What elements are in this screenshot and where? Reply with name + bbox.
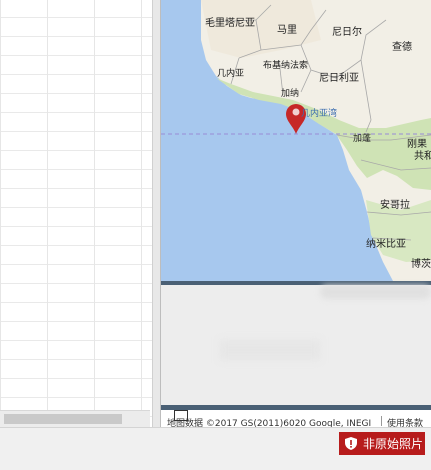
label-namibia: 纳米比亚 [366, 239, 406, 250]
panel-splitter[interactable] [152, 0, 161, 427]
blurred-region [220, 340, 320, 360]
blurred-region [320, 285, 431, 299]
label-nigeria: 尼日利亚 [319, 73, 359, 84]
horizontal-scrollbar[interactable] [0, 410, 150, 428]
label-congo: 刚果 [407, 139, 427, 150]
label-botswana: 博茨 [411, 259, 431, 270]
label-mali: 马里 [277, 25, 297, 36]
label-gabon: 加蓬 [353, 134, 372, 144]
label-guinea: 几内亚 [217, 69, 245, 79]
label-ghana: 加纳 [281, 89, 300, 99]
label-congo-2: 共和 [414, 151, 431, 162]
label-mauritania: 毛里塔尼亚 [205, 18, 255, 29]
label-burkina: 布基纳法索 [263, 61, 309, 71]
label-niger: 尼日尔 [332, 27, 362, 38]
badge-label: 非原始照片 [363, 437, 424, 451]
scrollbar-thumb[interactable] [4, 414, 122, 424]
divider [381, 416, 382, 426]
spreadsheet-grid[interactable] [0, 0, 152, 427]
label-gulf: 几内亚湾 [301, 109, 338, 119]
map-attribution: 地图数据 ©2017 GS(2011)6020 Google, INEGI 使用… [161, 410, 431, 429]
map-view[interactable]: 毛里塔尼亚 马里 尼日尔 查德 几内亚 布基纳法索 尼日利亚 加纳 几内亚湾 加… [161, 0, 431, 281]
label-chad: 查德 [392, 42, 412, 53]
shield-alert-icon [345, 437, 357, 450]
label-angola: 安哥拉 [380, 200, 410, 211]
non-original-photo-badge[interactable]: 非原始照片 [339, 432, 425, 455]
